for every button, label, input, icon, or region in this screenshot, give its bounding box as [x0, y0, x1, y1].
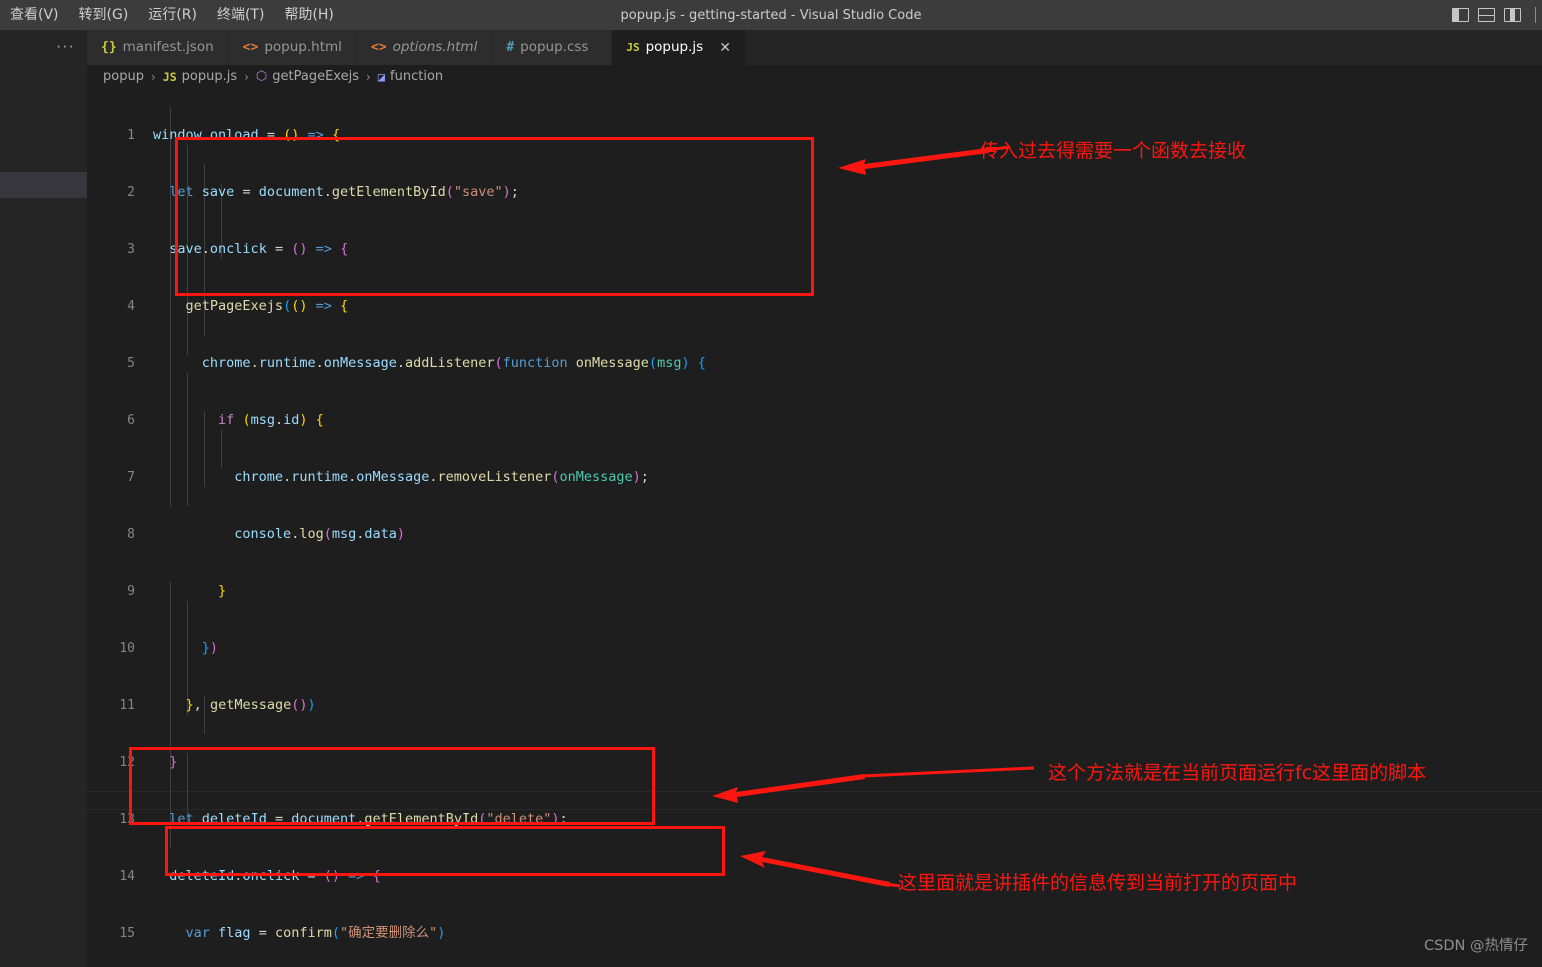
chevron-right-icon: ›: [365, 69, 371, 84]
code-line: 12 }: [119, 754, 178, 770]
code-line: 11 }, getMessage()): [119, 697, 316, 713]
code-line: 15 var flag = confirm("确定要删除么"): [119, 925, 446, 941]
title-bar: 查看(V) 转到(G) 运行(R) 终端(T) 帮助(H) popup.js -…: [0, 0, 1542, 30]
chevron-right-icon: ›: [244, 69, 249, 84]
vscode-window: 查看(V) 转到(G) 运行(R) 终端(T) 帮助(H) popup.js -…: [0, 0, 1542, 967]
breadcrumb-item-function[interactable]: ◪ function: [378, 69, 443, 84]
json-file-icon: {}: [101, 40, 117, 55]
js-file-icon: JS: [626, 41, 640, 54]
code-line: 5 chrome.runtime.onMessage.addListener(f…: [127, 355, 706, 371]
code-editor[interactable]: 1 window.onload = () => { 2 let save = do…: [87, 88, 1542, 967]
code-line: 7 chrome.runtime.onMessage.removeListene…: [127, 469, 649, 485]
current-line-highlight: [87, 791, 1542, 810]
code-line: 13 let deleteId = document.getElementByI…: [119, 811, 568, 827]
code-line: 4 getPageExejs(() => {: [127, 298, 349, 314]
menu-help[interactable]: 帮助(H): [274, 3, 343, 27]
close-icon[interactable]: ✕: [719, 41, 731, 55]
tab-popup-js[interactable]: JS popup.js ✕: [612, 30, 746, 65]
side-bar: ···: [0, 30, 87, 967]
toggle-panel-icon[interactable]: [1478, 8, 1495, 22]
tab-manifest-json[interactable]: {} manifest.json: [87, 30, 229, 65]
controls-divider: [1535, 7, 1536, 23]
chevron-right-icon: ›: [150, 69, 156, 84]
tab-label: popup.css: [520, 39, 589, 55]
tab-label: popup.js: [645, 39, 704, 55]
tab-options-html[interactable]: <> options.html: [356, 30, 493, 65]
tab-label: options.html: [392, 39, 478, 55]
toggle-primary-sidebar-icon[interactable]: [1452, 8, 1469, 22]
tab-popup-css[interactable]: # popup.css: [492, 30, 613, 65]
breadcrumb-label: popup: [103, 69, 144, 84]
code-line: 6 if (msg.id) {: [127, 412, 324, 428]
code-line: 3 save.onclick = () => {: [127, 241, 349, 257]
breadcrumb-item-popup[interactable]: popup: [103, 69, 144, 84]
sidebar-selected-item[interactable]: [0, 172, 87, 198]
breadcrumb-label: function: [390, 69, 444, 84]
breadcrumb-item-popup-js[interactable]: JS popup.js: [163, 69, 237, 84]
tab-label: manifest.json: [122, 39, 214, 55]
sidebar-more-actions[interactable]: ···: [56, 40, 75, 55]
indent-guide: [221, 430, 222, 468]
menu-view[interactable]: 查看(V): [0, 3, 69, 27]
menu-bar: 查看(V) 转到(G) 运行(R) 终端(T) 帮助(H): [0, 0, 344, 30]
js-file-icon: JS: [162, 69, 177, 84]
code-line: 8 console.log(msg.data): [127, 526, 406, 542]
code-line: 1 window.onload = () => {: [127, 127, 341, 143]
layout-controls: [1452, 0, 1536, 30]
toggle-secondary-sidebar-icon[interactable]: [1504, 8, 1521, 22]
html-file-icon: <>: [370, 40, 387, 55]
editor-tab-bar: {} manifest.json <> popup.html <> option…: [87, 30, 1542, 65]
code-content[interactable]: 1 window.onload = () => { 2 let save = do…: [87, 88, 706, 967]
tab-popup-html[interactable]: <> popup.html: [228, 30, 357, 65]
menu-goto[interactable]: 转到(G): [69, 3, 139, 27]
breadcrumb-label: popup.js: [181, 69, 238, 84]
symbol-cube-icon: ⬡: [255, 69, 268, 84]
menu-terminal[interactable]: 终端(T): [207, 3, 274, 27]
code-line: 14 deleteId.onclick = () => {: [119, 868, 381, 884]
indent-guide: [170, 734, 171, 848]
breadcrumb: popup › JS popup.js › ⬡ getPageExejs › ◪…: [87, 65, 1542, 88]
code-line: 9 }: [127, 583, 227, 599]
html-file-icon: <>: [242, 40, 259, 55]
code-line: 10 }): [119, 640, 219, 656]
tab-label: popup.html: [264, 39, 342, 55]
code-line: 2 let save = document.getElementById("sa…: [127, 184, 519, 200]
breadcrumb-label: getPageExejs: [272, 69, 359, 84]
breadcrumb-item-getpageexejs[interactable]: ⬡ getPageExejs: [256, 69, 359, 84]
css-file-icon: #: [506, 40, 515, 55]
watermark: CSDN @热情仔: [1424, 938, 1528, 954]
wrench-icon: ◪: [377, 69, 386, 84]
menu-run[interactable]: 运行(R): [138, 3, 207, 27]
